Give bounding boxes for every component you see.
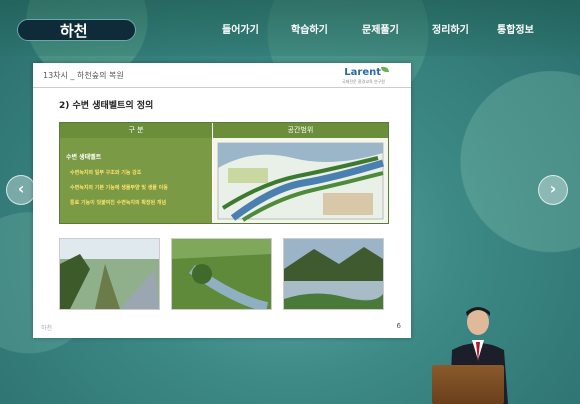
definition-item: 수변녹지의 기본 기능에 생물부양 및 생물 이동 [70,185,168,191]
prev-arrow-button[interactable]: ‹ [6,175,36,205]
leaf-icon [381,67,389,72]
table-header-scope: 공간범위 [213,123,388,138]
lesson-title: 13차시 _ 하천숲의 복원 [43,71,124,80]
definition-item: 통로 기능이 덧붙여진 수변녹지의 확장된 개념 [70,200,167,206]
photo-forest-river [59,238,160,310]
riparian-illustration [217,142,385,222]
nav-summary[interactable]: 정리하기 [432,21,469,36]
slide-page-number: 6 [396,322,401,330]
app-logo[interactable]: 하천 [17,19,136,41]
photo-mountain-lake [283,238,384,310]
slide-footer-label: 하천 [41,325,53,332]
brand-subtitle: 국제전문 환경교육 연구원 [341,79,385,84]
top-navigation-bar: 하천 들어가기 학습하기 문제풀기 정리하기 통합정보 [0,0,580,56]
nav-intro[interactable]: 들어가기 [222,21,259,36]
section-heading: 2) 수변 생태벨트의 정의 [59,101,154,111]
definition-item: 수변녹지의 일부 구조와 기능 강조 [70,170,142,176]
table-cell-illustration [213,138,388,223]
bullet-title: 수변 생태벨트 [66,154,102,161]
lecture-slide: 13차시 _ 하천숲의 복원 Larent 국제전문 환경교육 연구원 2) 수… [33,63,411,338]
table-header-category: 구 분 [60,123,212,138]
brand-logo: Larent [344,67,381,78]
chevron-right-icon: › [549,179,557,198]
nav-learn[interactable]: 학습하기 [291,21,328,36]
photo-wetland [171,238,272,312]
podium [432,365,504,404]
nav-quiz[interactable]: 문제풀기 [362,21,399,36]
next-arrow-button[interactable]: › [538,175,568,205]
nav-info[interactable]: 통합정보 [497,21,534,36]
slide-header: 13차시 _ 하천숲의 복원 Larent 국제전문 환경교육 연구원 [33,63,411,88]
chevron-left-icon: ‹ [17,179,25,198]
table-cell-definition: 수변 생태벨트 수변녹지의 일부 구조와 기능 강조 수변녹지의 기본 기능에 … [60,138,212,223]
definition-table: 구 분 공간범위 수변 생태벨트 수변녹지의 일부 구조와 기능 강조 수변녹지… [59,122,389,224]
